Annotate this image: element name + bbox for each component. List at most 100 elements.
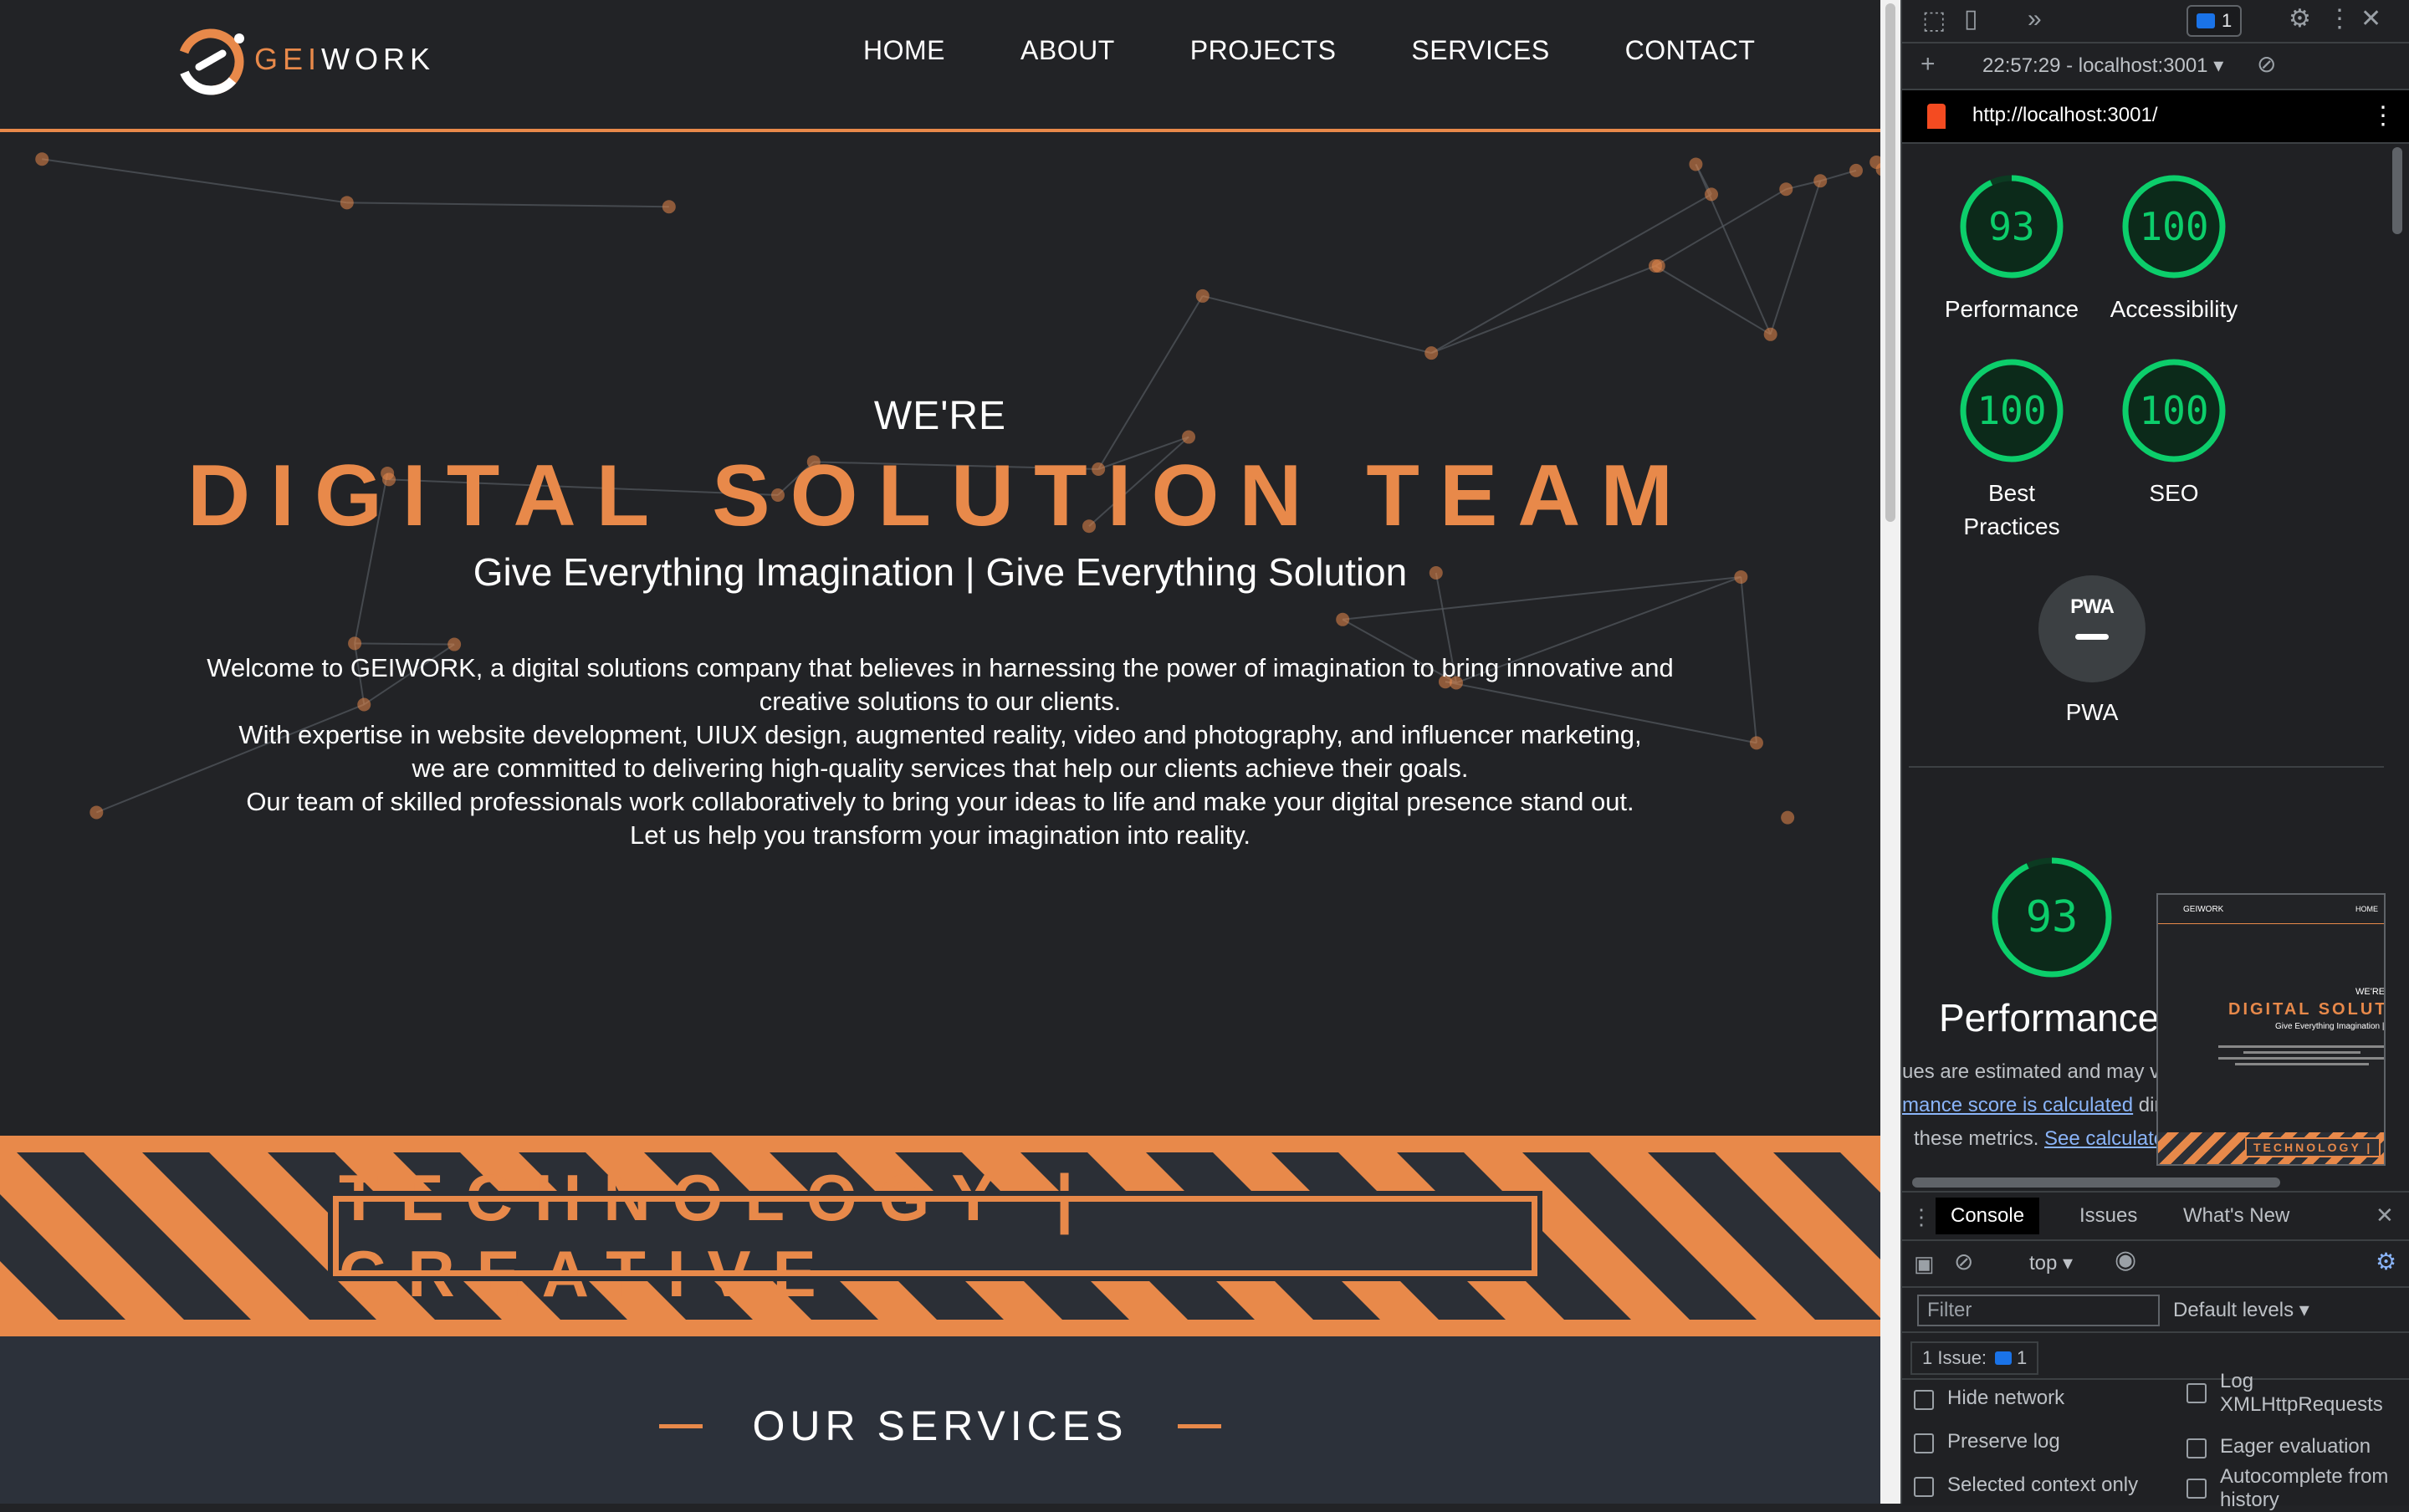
thumb-band: TECHNOLOGY | <box>2245 1137 2381 1157</box>
services-section: OUR SERVICES <box>0 1336 1880 1504</box>
geiwork-logo-icon <box>177 28 244 95</box>
add-report-icon[interactable]: + <box>1921 52 1936 77</box>
page-scrollbar-thumb[interactable] <box>1885 3 1895 522</box>
network-node <box>662 200 676 214</box>
devtools-toolbar: ⬚ ▯ » 1 ⚙ ⋮ ✕ <box>1902 0 2409 43</box>
see-calculator-link[interactable]: See calculato <box>2044 1127 2165 1150</box>
device-toolbar-icon[interactable]: ▯ <box>1964 7 1978 32</box>
hero-description: Welcome to GEIWORK, a digital solutions … <box>0 651 1880 852</box>
thumb-nav: HOME <box>2355 905 2378 913</box>
report-selector[interactable]: 22:57:29 - localhost:3001 ▾ <box>1982 54 2223 78</box>
page-scrollbar[interactable] <box>1880 0 1900 1504</box>
gauge-performance[interactable]: 93 Performance <box>1932 174 2091 326</box>
hero-description-line: Our team of skilled professionals work c… <box>246 787 1634 816</box>
thumb-tagline: Give Everything Imagination | Gi <box>2275 1022 2386 1031</box>
network-node <box>1779 182 1793 197</box>
filter-input[interactable]: Filter <box>1917 1295 2160 1326</box>
report-menu-icon[interactable]: ⋮ <box>2371 104 2396 129</box>
hero-tagline: Give Everything Imagination | Give Every… <box>473 550 1408 594</box>
thumb-kicker: WE'RE <box>2355 987 2386 997</box>
settings-gear-icon[interactable]: ⚙ <box>2289 7 2311 32</box>
report-url-bar: http://localhost:3001/ ⋮ <box>1902 90 2409 144</box>
log-levels-dropdown[interactable]: Default levels ▾ <box>2173 1298 2309 1322</box>
issue-flag-icon <box>2197 13 2215 28</box>
checkbox-hide-network[interactable]: Hide network <box>1914 1387 2064 1410</box>
network-line <box>346 202 669 208</box>
tab-console[interactable]: Console <box>1936 1198 2040 1234</box>
nav-about[interactable]: ABOUT <box>1020 35 1115 66</box>
network-node <box>1813 174 1828 188</box>
network-node <box>1763 327 1777 341</box>
console-toolbar: ▣ ⊘ top ▾ ◉ ⚙ <box>1902 1241 2409 1288</box>
thumb-brand: GEIWORK <box>2183 905 2224 914</box>
services-title: OUR SERVICES <box>752 1402 1128 1449</box>
tech-creative-text: TECHNOLOGY | CREATIVE <box>339 1161 1096 1310</box>
nav-home[interactable]: HOME <box>863 35 945 66</box>
lighthouse-icon <box>1927 104 1946 129</box>
network-node <box>1195 289 1210 303</box>
page-screenshot-thumbnail[interactable]: GEIWORK HOME WE'RE DIGITAL SOLUT Give Ev… <box>2156 893 2386 1166</box>
gauge-pwa[interactable]: PWA PWA <box>2013 575 2171 729</box>
heading-dash-left <box>658 1423 703 1428</box>
kebab-menu-icon[interactable]: ⋮ <box>2327 7 2352 32</box>
logo-wordmark: GEIWORK <box>254 42 436 76</box>
tab-whats-new[interactable]: What's New <box>2183 1204 2289 1228</box>
hero-description-line: creative solutions to our clients. <box>759 687 1122 716</box>
score-ring: 93 <box>1959 174 2064 279</box>
score-calc-link[interactable]: mance score is calculated <box>1902 1094 2133 1116</box>
site-header: GEIWORK HOME ABOUT PROJECTS SERVICES CON… <box>0 0 1880 132</box>
network-line <box>1430 265 1656 355</box>
report-url: http://localhost:3001/ <box>1972 104 2158 126</box>
performance-heading: Performance <box>1939 996 2160 1040</box>
close-devtools-icon[interactable]: ✕ <box>2360 7 2381 32</box>
checkbox-preserve-log[interactable]: Preserve log <box>1914 1430 2060 1453</box>
drawer-menu-icon[interactable]: ⋮ <box>1910 1204 1932 1229</box>
thumb-text-lines <box>2218 1042 2384 1079</box>
gauge-seo[interactable]: 100 SEO <box>2094 358 2253 510</box>
context-selector[interactable]: top ▾ <box>2029 1251 2073 1275</box>
score-ring: 100 <box>2121 174 2227 279</box>
checkbox-selected-context[interactable]: Selected context only <box>1914 1474 2138 1497</box>
gauge-best-practices[interactable]: 100 Best Practices <box>1932 358 2091 544</box>
devtools-panel: ⬚ ▯ » 1 ⚙ ⋮ ✕ + 22:57:29 - localhost:300… <box>1900 0 2409 1511</box>
drawer-tabs: ⋮ Console Issues What's New ✕ <box>1902 1193 2409 1241</box>
network-line <box>1655 188 1787 267</box>
clear-console-icon[interactable]: ⊘ <box>1954 1249 1973 1274</box>
lighthouse-report-bar: + 22:57:29 - localhost:3001 ▾ ⊘ <box>1902 43 2409 90</box>
website-viewport: GEIWORK HOME ABOUT PROJECTS SERVICES CON… <box>0 0 1880 1504</box>
issues-count: 1 <box>2222 10 2233 31</box>
console-settings-gear-icon[interactable]: ⚙ <box>2376 1249 2396 1274</box>
main-nav: HOME ABOUT PROJECTS SERVICES CONTACT <box>863 35 1755 66</box>
sidebar-toggle-icon[interactable]: ▣ <box>1914 1251 1935 1276</box>
hazard-stripe-band: TECHNOLOGY | CREATIVE <box>0 1136 1880 1336</box>
gauge-accessibility[interactable]: 100 Accessibility <box>2094 174 2253 326</box>
gauge-label: SEO <box>2149 480 2199 506</box>
nav-contact[interactable]: CONTACT <box>1625 35 1756 66</box>
close-drawer-icon[interactable]: ✕ <box>2376 1203 2394 1228</box>
heading-dash-right <box>1178 1423 1222 1428</box>
divider <box>1909 766 2384 768</box>
checkbox-autocomplete[interactable]: Autocomplete from history <box>2187 1465 2404 1512</box>
live-expression-eye-icon[interactable]: ◉ <box>2115 1248 2136 1273</box>
site-logo[interactable]: GEIWORK <box>174 23 435 95</box>
nav-services[interactable]: SERVICES <box>1411 35 1549 66</box>
issues-chip[interactable]: 1 Issue: 1 <box>1910 1341 2039 1375</box>
score-ring: 93 <box>1991 856 2113 978</box>
pwa-badge-icon: PWA <box>2038 575 2146 682</box>
inspect-element-icon[interactable]: ⬚ <box>1922 8 1946 33</box>
tech-creative-banner: TECHNOLOGY | CREATIVE <box>328 1161 1542 1310</box>
hero-description-line: we are committed to delivering high-qual… <box>412 753 1469 783</box>
tab-issues[interactable]: Issues <box>2079 1204 2137 1228</box>
hero-description-line: Let us help you transform your imaginati… <box>629 820 1251 850</box>
checkbox-log-xhr[interactable]: Log XMLHttpRequests <box>2187 1370 2404 1417</box>
clear-reports-icon[interactable]: ⊘ <box>2257 52 2276 77</box>
network-node <box>1849 163 1863 177</box>
issue-flag-icon <box>1995 1351 2013 1365</box>
nav-projects[interactable]: PROJECTS <box>1190 35 1337 66</box>
more-tabs-icon[interactable]: » <box>2028 7 2042 32</box>
issues-counter[interactable]: 1 <box>2187 5 2243 37</box>
report-scrollbar[interactable] <box>2391 147 2404 1193</box>
checkbox-eager-eval[interactable]: Eager evaluation <box>2187 1435 2371 1458</box>
report-h-scrollbar[interactable] <box>1912 1174 2381 1191</box>
network-node <box>35 152 49 166</box>
